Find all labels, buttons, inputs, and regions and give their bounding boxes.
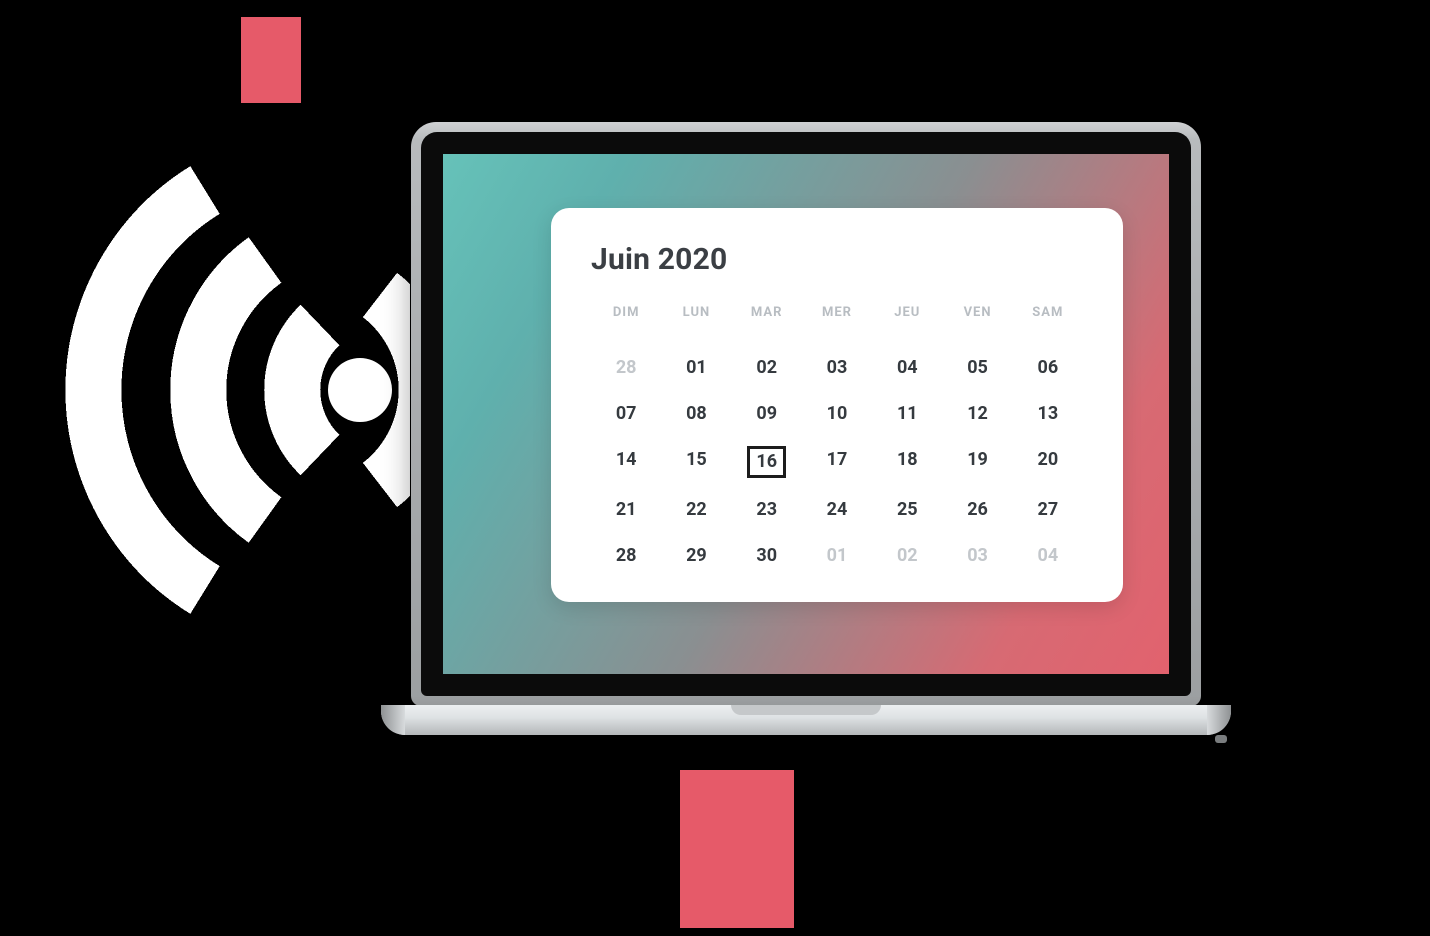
calendar-day[interactable]: 24: [802, 496, 872, 524]
calendar-day[interactable]: 07: [591, 400, 661, 428]
calendar-day-number: 10: [822, 400, 852, 428]
weekday-label: MER: [802, 305, 872, 320]
calendar-day[interactable]: 03: [802, 354, 872, 382]
calendar-day[interactable]: 21: [591, 496, 661, 524]
laptop-lid: Juin 2020 DIM LUN MAR MER JEU VEN SAM 28…: [411, 122, 1201, 706]
calendar-day-number: 02: [752, 354, 782, 382]
calendar-day[interactable]: 14: [591, 446, 661, 478]
calendar-day[interactable]: 22: [661, 496, 731, 524]
calendar-day[interactable]: 05: [942, 354, 1012, 382]
calendar-day-number: 21: [611, 496, 641, 524]
calendar-day-selected[interactable]: 16: [732, 446, 802, 478]
calendar-day[interactable]: 23: [732, 496, 802, 524]
broadcast-icon: [30, 130, 410, 650]
calendar-day-number: 28: [611, 354, 641, 382]
calendar-day[interactable]: 08: [661, 400, 731, 428]
calendar-day-number: 09: [752, 400, 782, 428]
laptop-base-edge: [381, 705, 405, 735]
calendar-day[interactable]: 11: [872, 400, 942, 428]
calendar-day-number: 03: [963, 542, 993, 570]
weekday-label: DIM: [591, 305, 661, 320]
calendar-day[interactable]: 04: [1013, 542, 1083, 570]
calendar-day-number: 07: [611, 400, 641, 428]
weekday-label: JEU: [872, 305, 942, 320]
calendar-day[interactable]: 02: [732, 354, 802, 382]
weekday-label: VEN: [942, 305, 1012, 320]
calendar-day[interactable]: 25: [872, 496, 942, 524]
calendar-day-number: 13: [1033, 400, 1063, 428]
calendar-day-number: 02: [892, 542, 922, 570]
calendar-day[interactable]: 30: [732, 542, 802, 570]
calendar-day-number: 26: [963, 496, 993, 524]
calendar-weekday-row: DIM LUN MAR MER JEU VEN SAM: [591, 305, 1083, 320]
calendar-day[interactable]: 09: [732, 400, 802, 428]
weekday-label: MAR: [732, 305, 802, 320]
calendar-day-number: 27: [1033, 496, 1063, 524]
calendar-day[interactable]: 02: [872, 542, 942, 570]
calendar-day-number: 04: [892, 354, 922, 382]
calendar-day-number: 20: [1033, 446, 1063, 474]
calendar-day-number: 06: [1033, 354, 1063, 382]
calendar-day[interactable]: 18: [872, 446, 942, 478]
calendar-day-number: 25: [892, 496, 922, 524]
calendar-day[interactable]: 27: [1013, 496, 1083, 524]
laptop-base: [381, 705, 1231, 735]
calendar-card: Juin 2020 DIM LUN MAR MER JEU VEN SAM 28…: [551, 208, 1123, 602]
calendar-day-number: 11: [892, 400, 922, 428]
calendar-day-number: 05: [963, 354, 993, 382]
laptop-bezel: Juin 2020 DIM LUN MAR MER JEU VEN SAM 28…: [421, 132, 1191, 696]
laptop-base-edge: [1207, 705, 1231, 735]
calendar-day[interactable]: 03: [942, 542, 1012, 570]
weekday-label: LUN: [661, 305, 731, 320]
calendar-day-number: 19: [963, 446, 993, 474]
calendar-day[interactable]: 28: [591, 354, 661, 382]
accent-square-top: [241, 17, 301, 103]
calendar-day[interactable]: 20: [1013, 446, 1083, 478]
calendar-day-number: 29: [681, 542, 711, 570]
calendar-day-number: 03: [822, 354, 852, 382]
calendar-day-number: 22: [681, 496, 711, 524]
calendar-day-number: 28: [611, 542, 641, 570]
laptop-illustration: Juin 2020 DIM LUN MAR MER JEU VEN SAM 28…: [381, 122, 1231, 792]
calendar-day-number: 24: [822, 496, 852, 524]
calendar-day-number: 23: [752, 496, 782, 524]
calendar-day[interactable]: 06: [1013, 354, 1083, 382]
calendar-day-number: 30: [752, 542, 782, 570]
calendar-day[interactable]: 26: [942, 496, 1012, 524]
laptop-screen: Juin 2020 DIM LUN MAR MER JEU VEN SAM 28…: [443, 154, 1169, 674]
calendar-day-number: 18: [892, 446, 922, 474]
calendar-title: Juin 2020: [591, 242, 1083, 277]
calendar-day-number: 17: [822, 446, 852, 474]
calendar-day[interactable]: 04: [872, 354, 942, 382]
calendar-day[interactable]: 10: [802, 400, 872, 428]
calendar-day-number: 14: [611, 446, 641, 474]
calendar-day-number: 01: [681, 354, 711, 382]
calendar-day[interactable]: 01: [661, 354, 731, 382]
calendar-day-number: 01: [822, 542, 852, 570]
calendar-day[interactable]: 15: [661, 446, 731, 478]
calendar-day-number: 08: [681, 400, 711, 428]
calendar-day[interactable]: 13: [1013, 400, 1083, 428]
calendar-day[interactable]: 17: [802, 446, 872, 478]
calendar-day-number: 04: [1033, 542, 1063, 570]
calendar-day[interactable]: 28: [591, 542, 661, 570]
accent-square-bottom: [680, 770, 794, 928]
calendar-day[interactable]: 19: [942, 446, 1012, 478]
calendar-day[interactable]: 12: [942, 400, 1012, 428]
calendar-grid: 28 01 02 03 04 05 06 07 08 09 10 11 12 13 14 15 16 17 18 19…: [591, 354, 1083, 570]
calendar-day[interactable]: 01: [802, 542, 872, 570]
calendar-day-number: 12: [963, 400, 993, 428]
calendar-day-number: 15: [681, 446, 711, 474]
calendar-day[interactable]: 29: [661, 542, 731, 570]
weekday-label: SAM: [1013, 305, 1083, 320]
laptop-foot: [1215, 735, 1227, 743]
calendar-day-number: 16: [747, 446, 786, 478]
